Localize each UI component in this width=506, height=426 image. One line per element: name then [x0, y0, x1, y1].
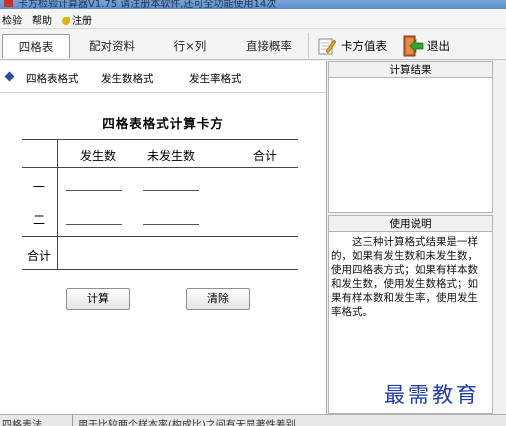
chi-square-table-label: 卡方值表 [341, 38, 387, 53]
pencil-icon [318, 38, 336, 54]
format-tab-incidence-count[interactable]: 发生数格式 [101, 71, 154, 86]
tab-rxc[interactable]: 行×列 [156, 34, 224, 58]
exit-button[interactable]: 退出 [402, 33, 450, 58]
status-mode: 四格表法 [2, 420, 42, 426]
status-separator [72, 415, 73, 426]
results-header: 计算结果 [328, 61, 493, 78]
app-window: 卡方检验计算器V1.75 请注册本软件,还可全功能使用14次 检验 帮助 注册 … [0, 0, 506, 426]
side-pane: 计算结果 使用说明 这三种计算格式结果是一样的，如果有发生数和未发生数，使用四格… [328, 61, 506, 414]
chi-square-table-button[interactable]: 卡方值表 [318, 33, 387, 58]
format-tabs: 四格表格式 发生数格式 发生率格式 [0, 61, 326, 93]
header-occurred: 发生数 [80, 149, 117, 163]
toolbar-separator [308, 33, 309, 58]
header-not-occurred: 未发生数 [147, 149, 196, 163]
title-bar: 卡方检验计算器V1.75 请注册本软件,还可全功能使用14次 [0, 0, 506, 9]
menu-help[interactable]: 帮助 [32, 12, 52, 27]
table-column-rule [57, 139, 58, 269]
calculation-pane: 四格表格式 发生数格式 发生率格式 四格表格式计算卡方 发生数 未发生数 合计 … [0, 61, 327, 414]
menu-register[interactable]: 注册 [62, 12, 92, 27]
window-title: 卡方检验计算器V1.75 请注册本软件,还可全功能使用14次 [18, 0, 277, 9]
clear-button[interactable]: 清除 [186, 288, 250, 310]
toolbar: 四格表 配对资料 行×列 直接概率 卡方值表 退出 [0, 30, 506, 60]
menu-register-label: 注册 [72, 16, 92, 27]
tab-exact-probability[interactable]: 直接概率 [234, 34, 304, 58]
key-icon [62, 17, 70, 25]
input-row1-not-occurred[interactable] [143, 179, 199, 191]
status-bar: 四格表法 用于比较两个样本率(构成比)之间有无显著性差别 [0, 414, 506, 426]
input-row2-occurred[interactable] [66, 213, 122, 225]
menu-test[interactable]: 检验 [2, 12, 22, 27]
row-label-2: 二 [33, 213, 46, 227]
usage-header: 使用说明 [328, 215, 493, 232]
usage-text: 这三种计算格式结果是一样的，如果有发生数和未发生数，使用四格表方式；如果有样本数… [331, 236, 478, 318]
format-tab-incidence-rate[interactable]: 发生率格式 [189, 71, 242, 86]
results-box[interactable] [328, 78, 493, 213]
row-label-1: 一 [33, 180, 46, 194]
row-label-total: 合计 [27, 249, 52, 263]
calculate-button[interactable]: 计算 [66, 288, 130, 310]
status-description: 用于比较两个样本率(构成比)之间有无显著性差别 [78, 420, 296, 426]
table-top-rule [22, 139, 298, 140]
table-total-rule [22, 236, 298, 237]
watermark: 最需教育 [384, 383, 480, 407]
app-icon [4, 0, 13, 7]
exit-icon [403, 35, 424, 56]
tab-fourfold[interactable]: 四格表 [2, 34, 70, 58]
header-total: 合计 [253, 149, 278, 163]
diamond-icon [4, 71, 15, 82]
input-row1-occurred[interactable] [66, 179, 122, 191]
exit-label: 退出 [427, 38, 450, 53]
menu-bar: 检验 帮助 注册 [0, 9, 506, 29]
tab-paired[interactable]: 配对资料 [78, 34, 146, 58]
input-row2-not-occurred[interactable] [143, 213, 199, 225]
table-header-rule [22, 167, 298, 168]
format-tab-fourfold[interactable]: 四格表格式 [26, 71, 79, 86]
card-title: 四格表格式计算卡方 [102, 116, 224, 131]
table-bottom-rule [22, 269, 298, 270]
